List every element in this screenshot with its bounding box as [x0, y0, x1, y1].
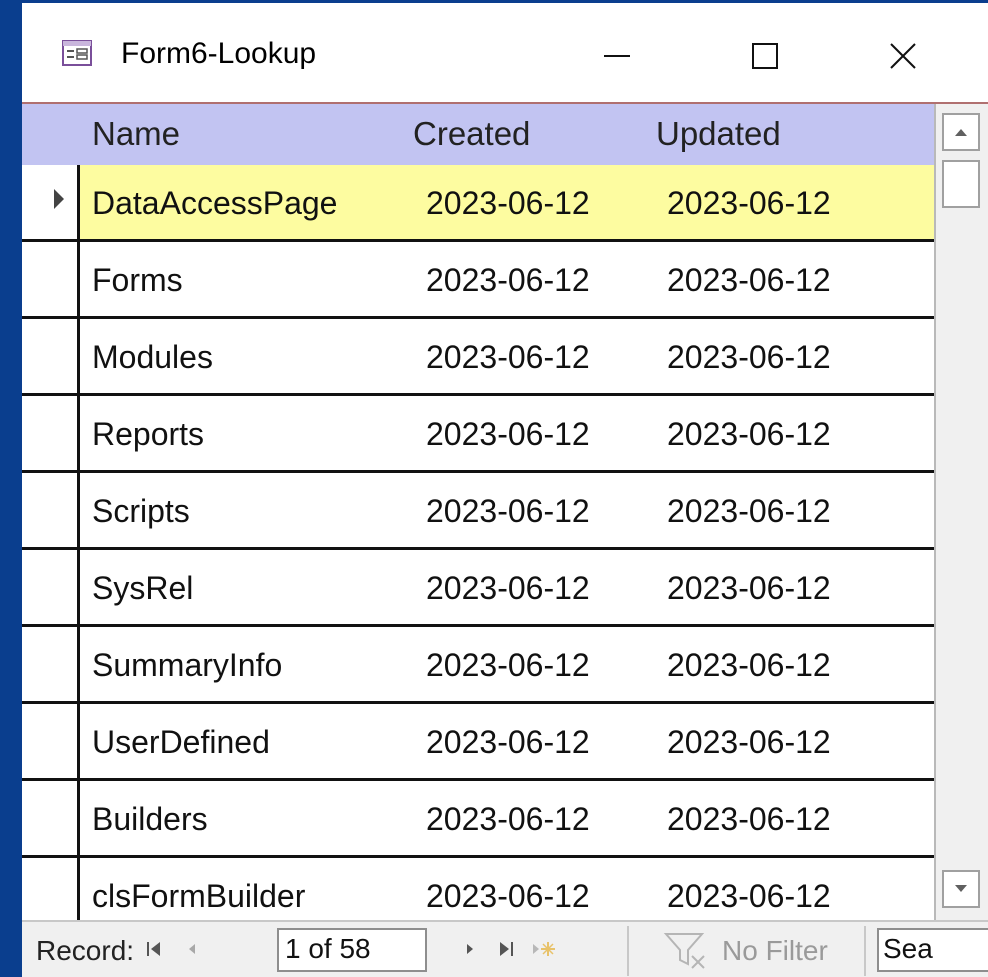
table-row[interactable]: UserDefined 2023-06-12 2023-06-12: [22, 704, 934, 781]
first-record-icon[interactable]: [144, 938, 164, 960]
cell-updated[interactable]: 2023-06-12: [667, 492, 831, 530]
record-selector[interactable]: [22, 781, 80, 855]
record-selector[interactable]: [22, 704, 80, 778]
previous-record-icon[interactable]: [182, 938, 202, 960]
record-navigation-bar: Record: 1 of 58 No Filter Sea: [22, 920, 988, 977]
column-header-updated[interactable]: Updated: [656, 114, 781, 154]
cell-name[interactable]: SummaryInfo: [92, 646, 282, 684]
table-row[interactable]: Scripts 2023-06-12 2023-06-12: [22, 473, 934, 550]
record-selector[interactable]: [22, 242, 80, 316]
table-row[interactable]: clsFormBuilder 2023-06-12 2023-06-12: [22, 858, 934, 920]
record-selector[interactable]: [22, 396, 80, 470]
separator: [864, 926, 866, 976]
table-row[interactable]: SysRel 2023-06-12 2023-06-12: [22, 550, 934, 627]
cell-created[interactable]: 2023-06-12: [426, 569, 590, 607]
table-row[interactable]: SummaryInfo 2023-06-12 2023-06-12: [22, 627, 934, 704]
last-record-icon[interactable]: [496, 938, 516, 960]
table-row[interactable]: DataAccessPage 2023-06-12 2023-06-12: [22, 165, 934, 242]
column-header-name[interactable]: Name: [92, 114, 180, 154]
column-header-created[interactable]: Created: [413, 114, 530, 154]
current-record-icon: [54, 189, 64, 209]
next-record-icon[interactable]: [460, 938, 480, 960]
cell-name[interactable]: Builders: [92, 800, 208, 838]
cell-updated[interactable]: 2023-06-12: [667, 877, 831, 915]
form-icon: [62, 40, 92, 66]
cell-created[interactable]: 2023-06-12: [426, 800, 590, 838]
cell-created[interactable]: 2023-06-12: [426, 646, 590, 684]
record-label: Record:: [36, 935, 135, 966]
cell-name[interactable]: UserDefined: [92, 723, 270, 761]
minimize-icon: [604, 55, 630, 57]
form-window: Form6-Lookup Name Created Updated DataAc…: [22, 3, 988, 977]
cell-name[interactable]: SysRel: [92, 569, 193, 607]
scroll-down-icon: [955, 885, 967, 892]
cell-updated[interactable]: 2023-06-12: [667, 800, 831, 838]
cell-created[interactable]: 2023-06-12: [426, 261, 590, 299]
maximize-icon: [752, 43, 778, 69]
cell-name[interactable]: Forms: [92, 261, 183, 299]
cell-updated[interactable]: 2023-06-12: [667, 569, 831, 607]
cell-created[interactable]: 2023-06-12: [426, 338, 590, 376]
cell-updated[interactable]: 2023-06-12: [667, 338, 831, 376]
current-record-field[interactable]: 1 of 58: [277, 928, 427, 972]
no-filter-label[interactable]: No Filter: [722, 934, 828, 968]
cell-name[interactable]: DataAccessPage: [92, 184, 337, 222]
table-row[interactable]: Builders 2023-06-12 2023-06-12: [22, 781, 934, 858]
record-selector[interactable]: [22, 627, 80, 701]
cell-updated[interactable]: 2023-06-12: [667, 184, 831, 222]
scroll-up-icon: [955, 129, 967, 136]
record-selector[interactable]: [22, 858, 80, 920]
scroll-down-button[interactable]: [942, 870, 980, 908]
datasheet-grid: Name Created Updated DataAccessPage 2023…: [22, 104, 934, 920]
cell-updated[interactable]: 2023-06-12: [667, 261, 831, 299]
record-selector[interactable]: [22, 319, 80, 393]
cell-name[interactable]: Scripts: [92, 492, 190, 530]
cell-created[interactable]: 2023-06-12: [426, 877, 590, 915]
title-bar[interactable]: Form6-Lookup: [22, 3, 988, 104]
close-icon: [890, 43, 916, 69]
column-header-row: Name Created Updated: [22, 104, 934, 165]
window-title: Form6-Lookup: [121, 37, 317, 70]
cell-name[interactable]: Modules: [92, 338, 213, 376]
separator: [627, 926, 629, 976]
cell-name[interactable]: Reports: [92, 415, 204, 453]
vertical-scrollbar[interactable]: [934, 104, 988, 920]
filter-icon[interactable]: [662, 930, 716, 970]
record-selector[interactable]: [22, 473, 80, 547]
cell-updated[interactable]: 2023-06-12: [667, 723, 831, 761]
cell-created[interactable]: 2023-06-12: [426, 415, 590, 453]
table-row[interactable]: Forms 2023-06-12 2023-06-12: [22, 242, 934, 319]
record-selector[interactable]: [22, 165, 80, 239]
cell-created[interactable]: 2023-06-12: [426, 723, 590, 761]
minimize-button[interactable]: [582, 25, 652, 85]
scroll-thumb[interactable]: [942, 160, 980, 208]
scroll-up-button[interactable]: [942, 113, 980, 151]
table-row[interactable]: Modules 2023-06-12 2023-06-12: [22, 319, 934, 396]
new-record-icon[interactable]: [530, 938, 558, 960]
record-selector[interactable]: [22, 550, 80, 624]
table-row[interactable]: Reports 2023-06-12 2023-06-12: [22, 396, 934, 473]
cell-created[interactable]: 2023-06-12: [426, 184, 590, 222]
maximize-button[interactable]: [730, 25, 800, 85]
cell-created[interactable]: 2023-06-12: [426, 492, 590, 530]
search-field[interactable]: Sea: [877, 928, 988, 972]
cell-updated[interactable]: 2023-06-12: [667, 646, 831, 684]
cell-updated[interactable]: 2023-06-12: [667, 415, 831, 453]
cell-name[interactable]: clsFormBuilder: [92, 877, 305, 915]
close-button[interactable]: [868, 25, 938, 85]
